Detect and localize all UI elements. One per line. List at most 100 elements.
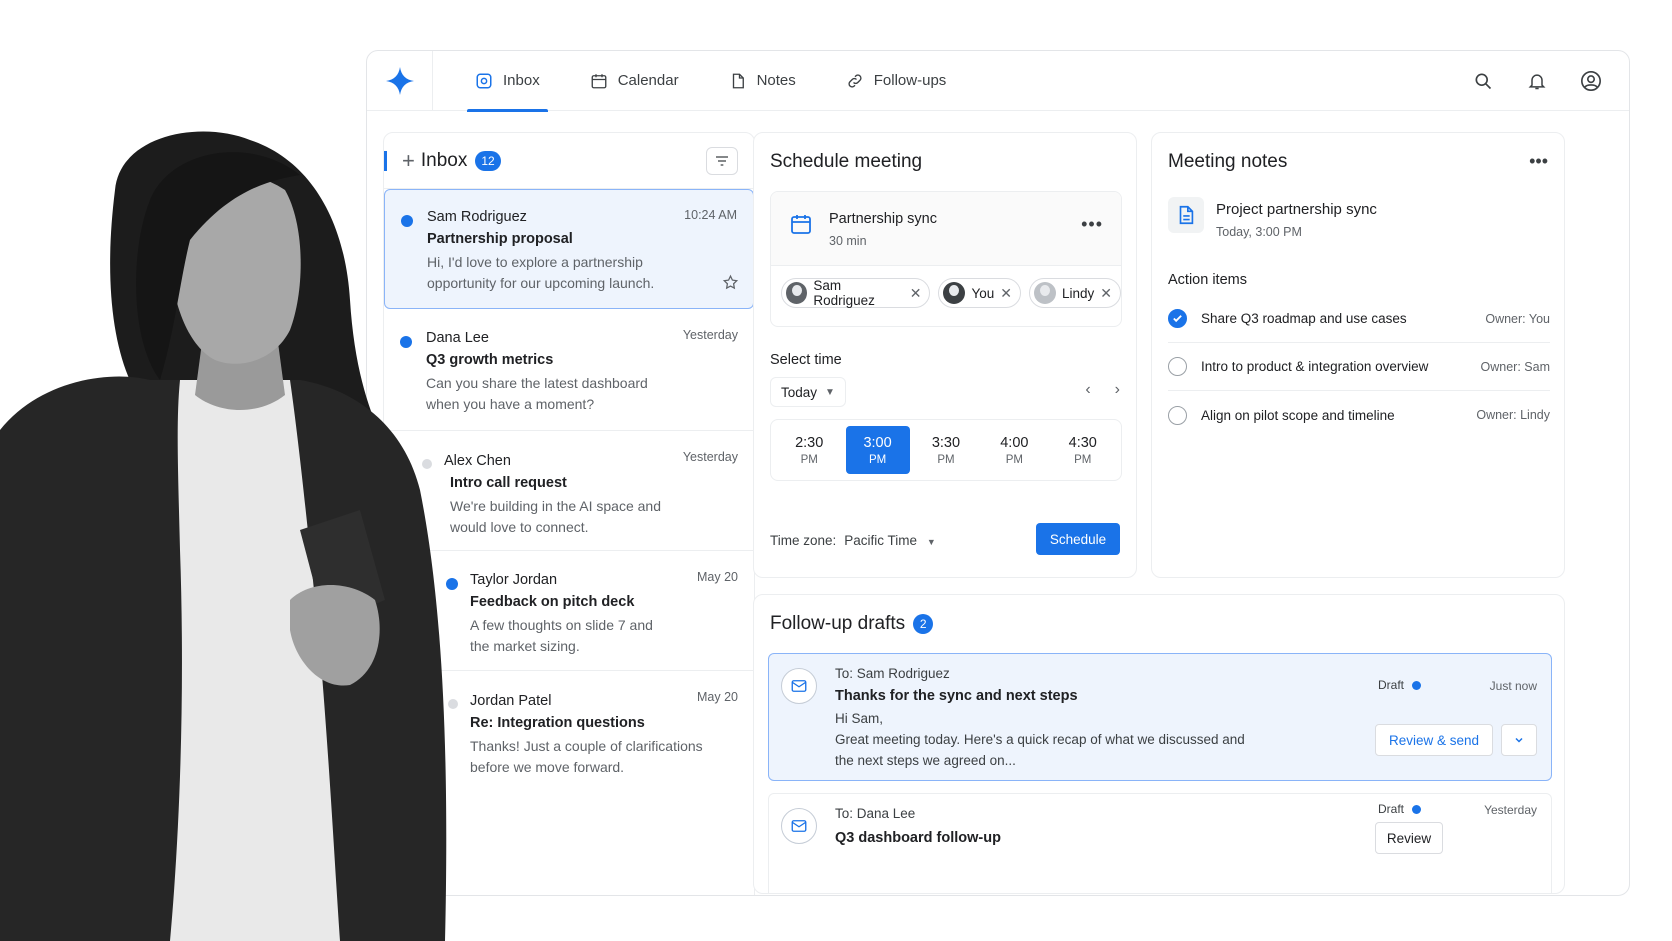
chevron-right-icon[interactable]: › — [1115, 381, 1120, 399]
draft-status-label: Draft — [1377, 802, 1404, 816]
meeting-card-header: Partnership sync 30 min ••• — [771, 192, 1121, 266]
slot-time: 4:30 — [1068, 434, 1097, 451]
remove-icon[interactable]: ✕ — [1100, 285, 1112, 302]
filter-icon — [716, 155, 728, 166]
day-dropdown[interactable]: Today ▼ — [770, 377, 846, 407]
checkbox[interactable] — [1168, 357, 1187, 376]
tab-inbox[interactable]: Inbox — [467, 51, 548, 112]
mail-icon — [781, 808, 817, 844]
slot-time: 2:30 — [795, 434, 824, 451]
calendar-icon — [789, 212, 813, 241]
chevron-down-icon: ▼ — [825, 386, 835, 398]
message-subject: Re: Integration questions — [470, 715, 645, 731]
more-options-icon[interactable]: ••• — [1081, 214, 1103, 235]
chevron-left-icon[interactable]: ‹ — [1085, 381, 1090, 399]
inbox-count-badge: 12 — [475, 150, 501, 171]
action-items-label: Action items — [1168, 272, 1247, 288]
check-icon — [1173, 315, 1182, 323]
inbox-icon — [476, 73, 492, 88]
message-time: Yesterday — [682, 450, 738, 464]
day-value: Today — [781, 384, 818, 400]
message-preview: We're building in the AI space and would… — [450, 498, 661, 535]
draft-time: Just now — [1489, 679, 1537, 693]
checkbox-checked[interactable] — [1168, 309, 1187, 328]
remove-icon[interactable]: ✕ — [910, 285, 922, 302]
action-item: Intro to product & integration overview … — [1168, 343, 1550, 391]
message-preview: Thanks! Just a couple of clarifications … — [470, 738, 703, 775]
tab-calendar-label: Calendar — [617, 72, 679, 89]
slot-time: 3:30 — [931, 434, 961, 451]
more-actions-dropdown[interactable] — [1501, 724, 1537, 756]
app-logo[interactable] — [367, 51, 433, 111]
tab-calendar[interactable]: Calendar — [582, 51, 687, 111]
timezone-dropdown[interactable]: Pacific Time ▼ — [844, 533, 935, 548]
mail-icon — [781, 668, 817, 704]
attendee-chip[interactable]: You ✕ — [938, 278, 1021, 308]
draft-body: Great meeting today. Here's a quick reca… — [835, 732, 1245, 768]
checkbox[interactable] — [1168, 405, 1187, 425]
account-button[interactable] — [1579, 69, 1603, 93]
tab-notes-label: Notes — [756, 72, 796, 89]
attendee-name: Lindy — [1061, 285, 1095, 301]
action-owner: Owner: Sam — [1480, 359, 1550, 374]
time-slot[interactable]: 3:30 PM — [914, 426, 978, 474]
time-slot[interactable]: 4:00 PM — [982, 426, 1046, 474]
document-name[interactable]: Project partnership sync — [1216, 201, 1377, 218]
timezone-row: Time zone: Pacific Time ▼ — [770, 533, 936, 548]
attendee-name: You — [971, 285, 995, 301]
time-slot-selected[interactable]: 3:00 PM — [845, 426, 910, 474]
chevron-down-icon: ▼ — [926, 537, 936, 547]
remove-icon[interactable]: ✕ — [1000, 285, 1012, 302]
action-owner: Owner: You — [1485, 311, 1550, 326]
draft-status-label: Draft — [1377, 678, 1404, 692]
draft-item[interactable]: To: Sam Rodriguez Thanks for the sync an… — [768, 653, 1552, 781]
review-send-button[interactable]: Review & send — [1375, 724, 1493, 756]
slot-ampm: PM — [868, 453, 887, 466]
slot-time: 4:00 — [1000, 434, 1029, 451]
avatar — [943, 282, 966, 304]
avatar — [1033, 282, 1056, 304]
star-button[interactable] — [722, 274, 739, 296]
schedule-button[interactable]: Schedule — [1036, 523, 1120, 555]
top-icon-group — [1471, 69, 1603, 93]
more-options-icon[interactable]: ••• — [1529, 151, 1548, 172]
meeting-notes-panel: Meeting notes ••• Project partnership sy… — [1151, 132, 1565, 578]
action-label: Share Q3 roadmap and use cases — [1201, 311, 1407, 326]
attendee-chip[interactable]: Sam Rodriguez ✕ — [781, 278, 931, 308]
review-button[interactable]: Review — [1375, 822, 1443, 854]
search-button[interactable] — [1471, 69, 1495, 93]
draft-subject: Thanks for the sync and next steps — [835, 688, 1078, 704]
notifications-button[interactable] — [1525, 69, 1549, 93]
action-label: Intro to product & integration overview — [1201, 359, 1429, 374]
app-window: Inbox Calendar Notes Follow-ups + Inbox … — [366, 50, 1630, 896]
tab-follow-ups[interactable]: Follow-ups — [838, 51, 955, 111]
sparkle-logo-icon — [385, 66, 414, 95]
time-slot-picker: 2:30 PM 3:00 PM 3:30 PM 4:00 PM 4:30 PM — [770, 419, 1122, 481]
slot-ampm: PM — [1005, 453, 1023, 466]
drafts-title: Follow-up drafts — [770, 613, 906, 634]
slot-ampm: PM — [800, 453, 818, 466]
tab-notes[interactable]: Notes — [721, 51, 804, 111]
attendee-chip[interactable]: Lindy ✕ — [1028, 278, 1121, 308]
draft-item[interactable]: To: Dana Lee Q3 dashboard follow-up Draf… — [768, 793, 1552, 893]
filter-button[interactable] — [706, 146, 738, 175]
day-navigation: ‹ › — [1085, 381, 1120, 399]
chevron-down-icon — [1515, 737, 1523, 743]
draft-recipient: To: Dana Lee — [835, 806, 916, 821]
tab-inbox-label: Inbox — [503, 72, 540, 89]
timezone-label: Time zone: — [770, 533, 837, 548]
draft-time: Yesterday — [1484, 803, 1537, 817]
meeting-duration: 30 min — [829, 234, 867, 248]
attendee-name: Sam Rodriguez — [813, 278, 875, 308]
drafts-count-badge: 2 — [913, 614, 934, 634]
draft-greeting: Hi Sam, — [835, 711, 884, 726]
time-slot[interactable]: 2:30 PM — [777, 426, 841, 474]
top-navigation-bar: Inbox Calendar Notes Follow-ups — [367, 51, 1629, 112]
message-sender: Taylor Jordan — [470, 572, 558, 588]
action-item: Share Q3 roadmap and use cases Owner: Yo… — [1168, 295, 1550, 343]
attendee-chips: Sam Rodriguez ✕ You ✕ Lindy ✕ — [781, 278, 1121, 308]
time-slot[interactable]: 4:30 PM — [1051, 426, 1115, 474]
notes-icon — [732, 73, 744, 88]
slot-time: 3:00 — [863, 434, 892, 451]
draft-recipient: To: Sam Rodriguez — [835, 666, 950, 681]
